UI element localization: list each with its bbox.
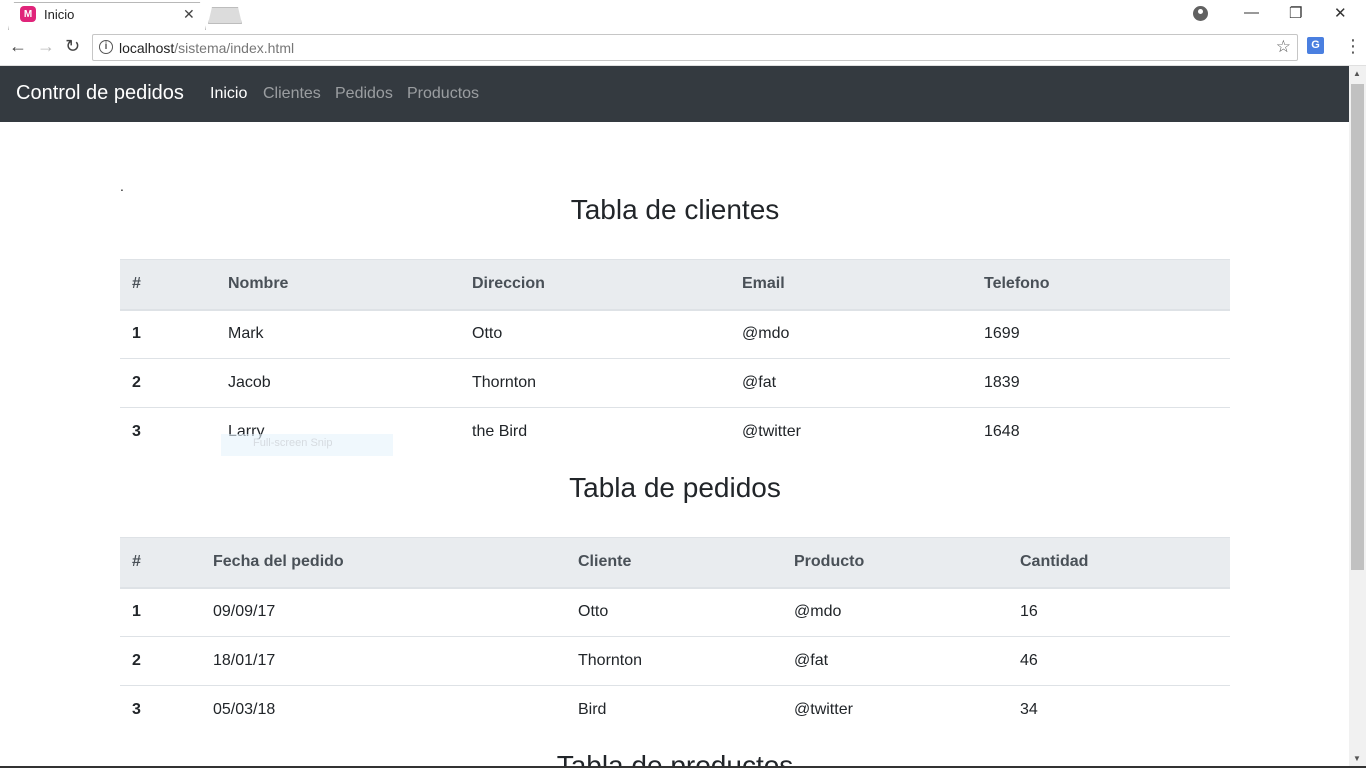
table-cell: @fat: [730, 358, 972, 408]
table-cell: Otto: [578, 603, 609, 621]
nav-link-clientes[interactable]: Clientes: [263, 85, 321, 103]
address-bar[interactable]: i localhost/sistema/index.html ☆: [92, 34, 1298, 61]
snip-overlay[interactable]: Full-screen Snip: [221, 434, 393, 456]
table-cell: @fat: [782, 636, 1008, 686]
table-row: 2 Jacob Thornton @fat 1839: [120, 358, 1230, 408]
scroll-thumb[interactable]: [1351, 84, 1364, 570]
table-cell: Thornton: [460, 358, 730, 408]
restore-icon[interactable]: ❐: [1289, 4, 1302, 22]
table-row: 1 Mark Otto @mdo 1699: [120, 310, 1230, 359]
column-header: Fecha del pedido: [201, 537, 566, 589]
table-cell: 18/01/17: [201, 636, 566, 686]
tab-close-icon[interactable]: ✕: [183, 6, 195, 23]
nav-link-inicio[interactable]: Inicio: [210, 85, 247, 103]
forward-arrow-icon[interactable]: →: [37, 36, 55, 57]
reload-icon[interactable]: ↻: [65, 36, 80, 57]
column-header: Producto: [782, 537, 1008, 589]
table-cell: 1: [132, 603, 141, 621]
table-cell: 46: [1008, 636, 1230, 686]
browser-tab-strip: M Inicio ✕ — ❐ ✕: [0, 0, 1366, 30]
page-viewport: Control de pedidos Inicio Clientes Pedid…: [0, 66, 1349, 766]
table-row: 1 09/09/17 Otto @mdo 16: [120, 588, 1230, 637]
table-cell: @mdo: [794, 603, 842, 621]
browser-menu-icon[interactable]: ⋮: [1344, 36, 1362, 57]
table-cell: 1648: [972, 407, 1230, 457]
column-header: Nombre: [216, 259, 460, 311]
clientes-table: # Nombre Direccion Email Telefono 1 Mark…: [120, 259, 1230, 457]
table-cell: @twitter: [782, 685, 1008, 735]
favicon-icon: M: [20, 6, 36, 22]
table-cell: Jacob: [216, 358, 460, 408]
pedidos-title: Tabla de pedidos: [569, 472, 781, 503]
stray-dot: .: [120, 178, 124, 194]
translate-icon[interactable]: G: [1307, 37, 1324, 54]
table-row: 2 18/01/17 Thornton @fat 46: [120, 636, 1230, 686]
column-header: #: [120, 537, 201, 589]
table-cell: 2: [120, 636, 201, 686]
table-cell: 3: [120, 407, 216, 457]
table-cell: @twitter: [730, 407, 972, 457]
table-header-row: # Fecha del pedido Cliente Producto Cant…: [120, 537, 1230, 589]
clientes-title: Tabla de clientes: [570, 194, 780, 225]
table-cell: @mdo: [742, 325, 790, 343]
table-cell: 1: [132, 325, 141, 343]
scroll-up-icon[interactable]: ▲: [1353, 69, 1361, 78]
pedidos-table: # Fecha del pedido Cliente Producto Cant…: [120, 537, 1230, 735]
column-header: Cliente: [566, 537, 782, 589]
table-cell: 05/03/18: [201, 685, 566, 735]
minimize-icon[interactable]: —: [1244, 4, 1259, 21]
table-cell: Thornton: [566, 636, 782, 686]
scroll-down-icon[interactable]: ▼: [1353, 754, 1361, 763]
navbar-brand[interactable]: Control de pedidos: [16, 82, 184, 105]
table-cell: Mark: [228, 325, 264, 343]
table-cell: 34: [1008, 685, 1230, 735]
table-cell: 3: [120, 685, 201, 735]
table-cell: 1699: [984, 325, 1020, 343]
table-cell: Bird: [566, 685, 782, 735]
info-icon[interactable]: i: [99, 40, 113, 54]
window-close-icon[interactable]: ✕: [1334, 4, 1347, 22]
nav-link-pedidos[interactable]: Pedidos: [335, 85, 393, 103]
column-header: Cantidad: [1008, 537, 1230, 589]
new-tab-button[interactable]: [208, 7, 242, 24]
column-header: #: [120, 259, 216, 311]
table-cell: 09/09/17: [213, 603, 276, 621]
browser-toolbar: ← → ↻ i localhost/sistema/index.html ☆ G…: [0, 30, 1366, 66]
bookmark-star-icon[interactable]: ☆: [1276, 37, 1291, 57]
table-header-row: # Nombre Direccion Email Telefono: [120, 259, 1230, 311]
table-row: 3 05/03/18 Bird @twitter 34: [120, 685, 1230, 735]
column-header: Telefono: [972, 259, 1230, 311]
productos-title: Tabla de productos: [556, 750, 794, 766]
back-arrow-icon[interactable]: ←: [9, 36, 27, 57]
url-text[interactable]: localhost/sistema/index.html: [119, 40, 294, 56]
column-header: Direccion: [460, 259, 730, 311]
nav-link-productos[interactable]: Productos: [407, 85, 479, 103]
table-cell: 16: [1020, 603, 1038, 621]
vertical-scrollbar[interactable]: ▲ ▼: [1349, 66, 1366, 766]
table-cell: Otto: [472, 325, 503, 343]
profile-icon[interactable]: [1193, 6, 1208, 21]
browser-tab-content: M Inicio: [20, 0, 74, 28]
column-header: Email: [730, 259, 972, 311]
navbar: Control de pedidos Inicio Clientes Pedid…: [0, 66, 1349, 122]
tab-title: Inicio: [44, 6, 75, 22]
table-cell: 1839: [972, 358, 1230, 408]
table-cell: the Bird: [460, 407, 730, 457]
table-cell: 2: [120, 358, 216, 408]
